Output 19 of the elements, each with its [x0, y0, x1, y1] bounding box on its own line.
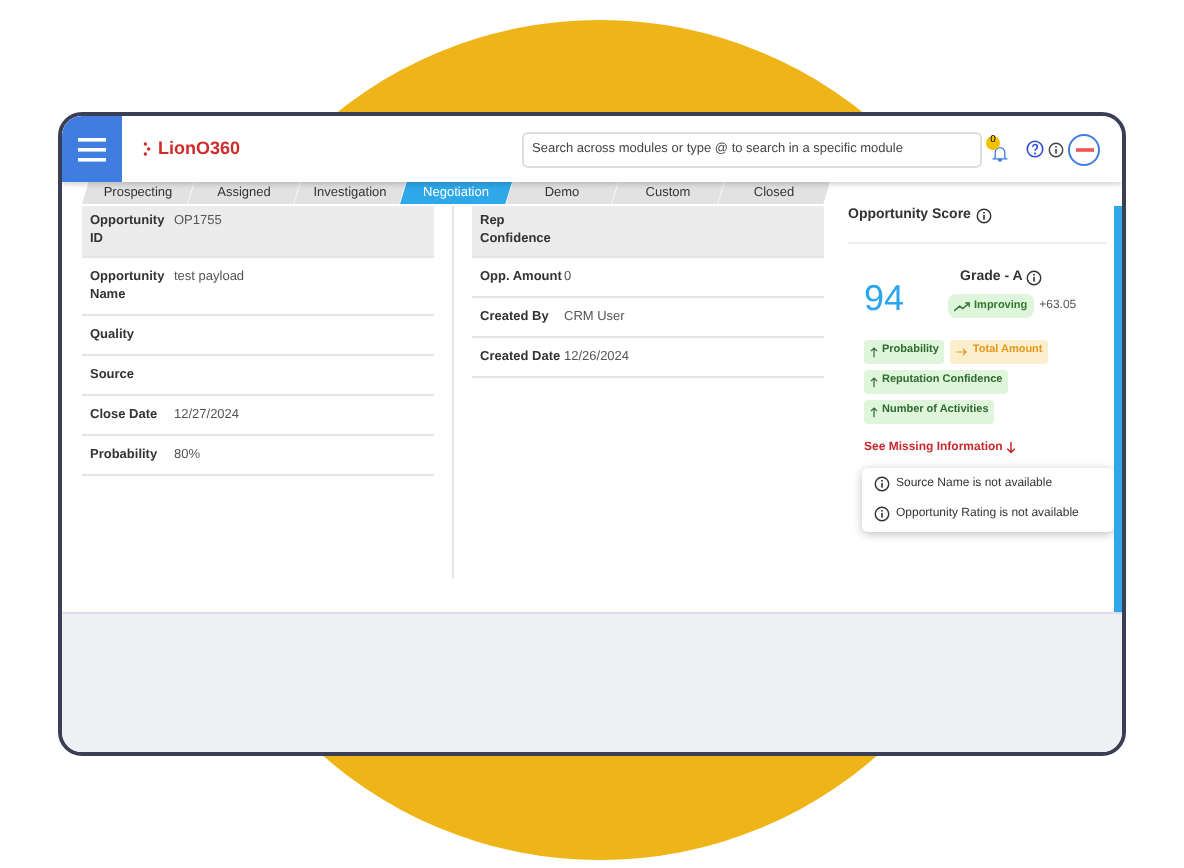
menu-button[interactable]	[62, 116, 122, 182]
info-icon	[976, 208, 993, 225]
score-value: 94	[864, 275, 905, 319]
arrow-up-icon	[870, 345, 878, 357]
logo-icon	[142, 140, 152, 158]
arrow-up-icon	[870, 375, 878, 387]
menu-icon	[78, 137, 106, 161]
arrow-down-icon	[1006, 442, 1017, 454]
logo-text: LionO360	[158, 135, 241, 162]
avatar[interactable]	[1068, 133, 1101, 165]
help-icon[interactable]	[1026, 140, 1045, 158]
bell-icon[interactable]	[992, 145, 1009, 161]
info-icon	[874, 506, 890, 522]
arrow-up-icon	[870, 405, 878, 417]
info-icon	[1026, 269, 1043, 286]
info-icon	[1048, 141, 1065, 157]
trend-up-icon	[954, 301, 971, 312]
info-icon	[874, 476, 890, 492]
arrow-right-icon	[956, 347, 969, 355]
